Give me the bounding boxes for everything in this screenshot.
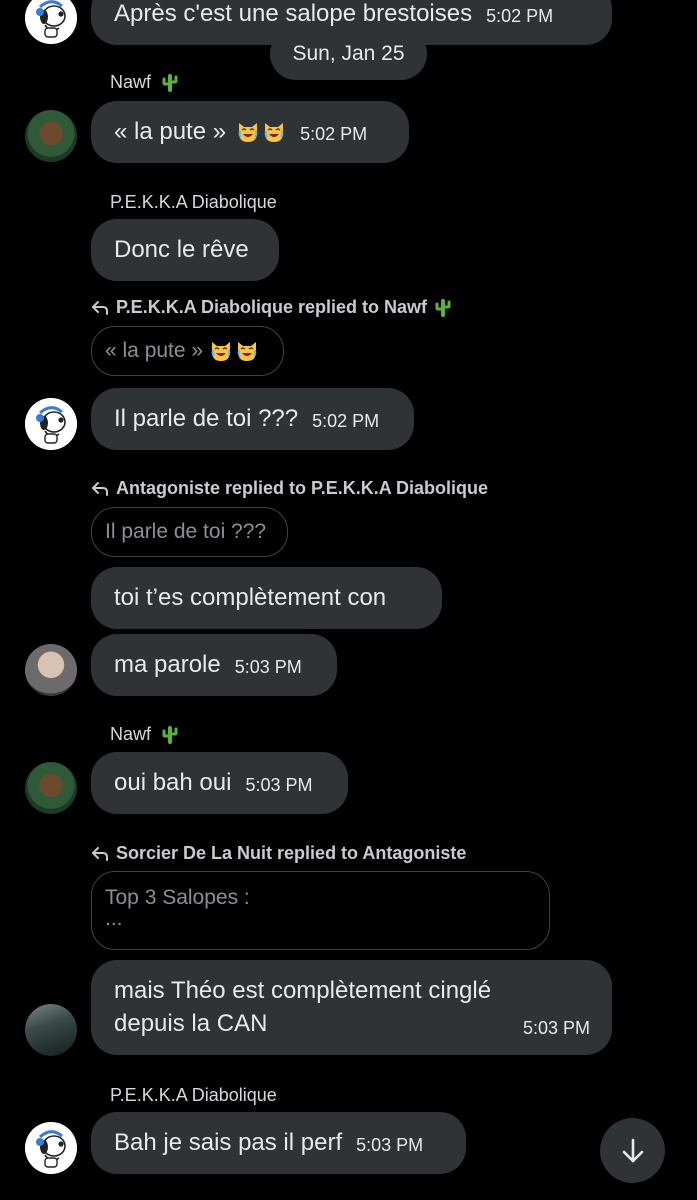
avatar[interactable] — [25, 0, 77, 44]
message-text: Après c'est une salope brestoises — [114, 0, 473, 27]
quoted-message[interactable]: Top 3 Salopes : ... — [91, 871, 550, 950]
message-time: 5:02 PM — [312, 410, 380, 431]
snoopy-avatar-icon — [25, 0, 77, 44]
message-bubble[interactable]: toi t’es complètement con — [91, 567, 442, 629]
message-bubble[interactable]: mais Théo est complètement cinglé depuis… — [91, 960, 612, 1055]
reply-arrow-icon — [90, 299, 110, 317]
message-bubble[interactable]: « la pute » 5:02 PM — [91, 101, 409, 163]
message-text-line: mais Théo est complètement cinglé — [114, 977, 492, 1004]
message-time: 5:03 PM — [245, 774, 313, 795]
avatar[interactable] — [25, 1122, 77, 1174]
cactus-icon — [162, 725, 178, 745]
sender-name-text: Nawf — [110, 724, 152, 744]
laughing-cat-icon — [236, 121, 260, 143]
cactus-icon — [435, 298, 451, 318]
message-bubble[interactable]: Donc le rêve — [91, 219, 279, 281]
reply-header-text: Sorcier De La Nuit replied to Antagonist… — [116, 843, 467, 863]
reply-header-text: P.E.K.K.A Diabolique replied to Nawf — [116, 297, 428, 317]
avatar[interactable] — [25, 644, 77, 696]
message-time: 5:02 PM — [486, 5, 554, 26]
quoted-message[interactable]: Il parle de toi ??? — [91, 507, 288, 557]
message-bubble[interactable]: ma parole 5:03 PM — [91, 634, 337, 696]
avatar[interactable] — [25, 1004, 77, 1056]
sender-name[interactable]: Nawf — [110, 72, 178, 93]
avatar[interactable] — [25, 398, 77, 450]
message-text: toi t’es complètement con — [114, 584, 387, 611]
date-divider: Sun, Jan 25 — [270, 28, 427, 80]
sender-name[interactable]: Nawf — [110, 724, 178, 745]
message-bubble[interactable]: Il parle de toi ??? 5:02 PM — [91, 388, 414, 450]
sender-name-text: Nawf — [110, 72, 152, 92]
quoted-text: Top 3 Salopes : — [105, 886, 250, 909]
quoted-text-more: ... — [105, 907, 123, 930]
snoopy-avatar-icon — [25, 398, 77, 450]
quoted-text: Il parle de toi ??? — [105, 520, 267, 543]
date-divider-label: Sun, Jan 25 — [292, 42, 405, 65]
laughing-cat-icon — [262, 121, 286, 143]
sender-name[interactable]: P.E.K.K.A Diabolique — [110, 1085, 277, 1106]
message-text: ma parole — [114, 651, 221, 678]
message-text: oui bah oui — [114, 769, 232, 796]
message-text: « la pute » — [114, 118, 227, 145]
reply-header-text: Antagoniste replied to P.E.K.K.A Diaboli… — [116, 478, 489, 498]
avatar[interactable] — [25, 762, 77, 814]
avatar[interactable] — [25, 110, 77, 162]
arrow-down-icon — [622, 1138, 643, 1162]
message-time: 5:03 PM — [522, 1018, 590, 1038]
quoted-message[interactable]: « la pute » — [91, 326, 284, 376]
snoopy-avatar-icon — [25, 1122, 77, 1174]
message-text-line: depuis la CAN — [114, 1010, 268, 1037]
laughing-cat-icon — [209, 340, 233, 362]
message-time: 5:03 PM — [234, 656, 302, 677]
message-text: Donc le rêve — [114, 236, 249, 263]
message-text: Bah je sais pas il perf — [114, 1129, 343, 1156]
quoted-text: « la pute » — [105, 339, 204, 362]
reply-header: Antagoniste replied to P.E.K.K.A Diaboli… — [90, 478, 488, 499]
reply-arrow-icon — [90, 845, 110, 863]
cactus-icon — [162, 73, 178, 93]
reply-header: P.E.K.K.A Diabolique replied to Nawf — [90, 297, 451, 318]
message-bubble[interactable]: Bah je sais pas il perf 5:03 PM — [91, 1112, 466, 1174]
reply-header: Sorcier De La Nuit replied to Antagonist… — [90, 843, 466, 864]
scroll-to-bottom-button[interactable] — [600, 1118, 665, 1183]
message-time: 5:03 PM — [356, 1134, 424, 1155]
message-bubble[interactable]: oui bah oui 5:03 PM — [91, 752, 348, 814]
reply-arrow-icon — [90, 480, 110, 498]
laughing-cat-icon — [235, 340, 259, 362]
message-text: Il parle de toi ??? — [114, 405, 299, 432]
message-time: 5:02 PM — [300, 123, 368, 144]
sender-name[interactable]: P.E.K.K.A Diabolique — [110, 192, 277, 213]
